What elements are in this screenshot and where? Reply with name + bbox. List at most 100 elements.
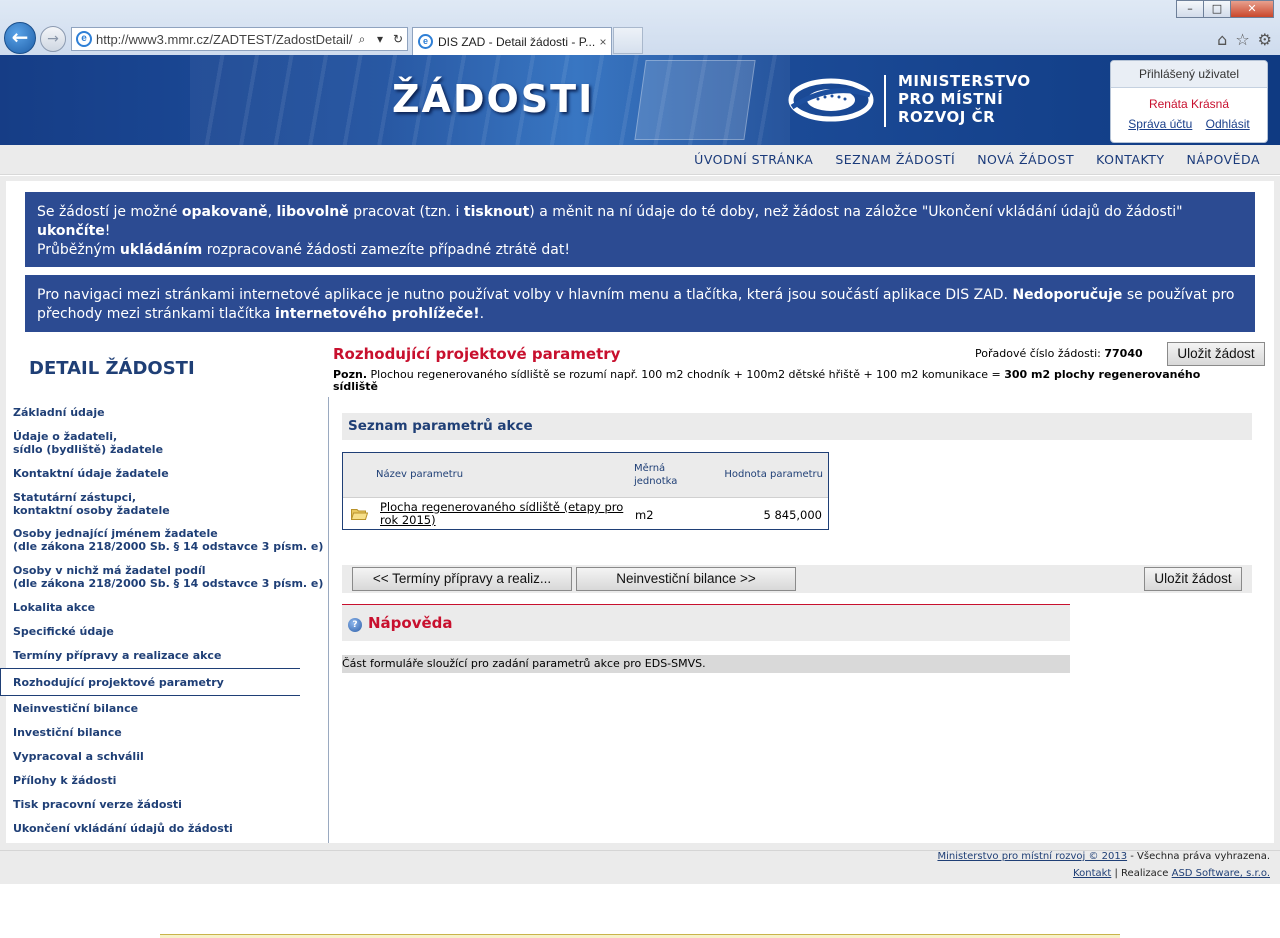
sidebar-item-label: Lokalita akce [13, 601, 96, 614]
top-menu: ÚVODNÍ STRÁNKA SEZNAM ŽÁDOSTÍ NOVÁ ŽÁDOS… [0, 145, 1280, 175]
search-icon[interactable]: ⌕ [353, 32, 371, 47]
sidebar-item-investment[interactable]: Investiční bilance [13, 726, 122, 739]
column-header-value[interactable]: Hodnota parametru [724, 469, 823, 480]
address-bar[interactable]: e http://www3.mmr.cz/ZADTEST/ZadostDetai… [71, 27, 408, 51]
sidebar-item-label: Ukončení vkládání údajů do žádosti [13, 822, 233, 835]
footer-copyright: Ministerstvo pro místní rozvoj © 2013 - … [937, 851, 1270, 862]
sidebar-item-location[interactable]: Lokalita akce [13, 601, 95, 614]
ministry-line: ROZVOJ ČR [898, 108, 996, 126]
close-window-icon[interactable]: ✕ [1230, 0, 1274, 18]
sidebar-item-label: Termíny přípravy a realizace akce [13, 649, 222, 662]
sidebar-item-schedule[interactable]: Termíny přípravy a realizace akce [13, 649, 221, 662]
back-arrow-icon[interactable]: ← [4, 22, 36, 54]
sidebar-item-label: Kontaktní údaje žadatele [13, 467, 169, 480]
tab-close-icon[interactable]: × [595, 35, 611, 49]
notice-saving: Se žádostí je možné opakovaně, libovolně… [25, 192, 1255, 267]
table-row[interactable]: Plocha regenerovaného sídliště (etapy pr… [343, 499, 828, 530]
menu-contacts[interactable]: KONTAKTY [1096, 152, 1164, 167]
column-header-name[interactable]: Název parametru [376, 469, 463, 480]
sidebar-item-print[interactable]: Tisk pracovní verze žádosti [13, 798, 182, 811]
next-page-button[interactable]: Neinvestiční bilance >> [576, 567, 796, 591]
user-box-header: Přihlášený uživatel [1111, 61, 1267, 88]
notice-navigation: Pro navigaci mezi stránkami internetové … [25, 275, 1255, 332]
open-folder-icon[interactable] [351, 508, 368, 520]
footer: Ministerstvo pro místní rozvoj © 2013 - … [0, 850, 1280, 884]
minimize-icon[interactable]: – [1176, 0, 1204, 18]
parameter-name-text: rok 2015) [380, 513, 436, 527]
user-name: Renáta Krásná [1148, 97, 1230, 111]
column-header-unit[interactable]: Měrná jednotka [634, 462, 677, 488]
user-links: Správa účtu Odhlásit [1111, 117, 1267, 131]
sidebar-title: DETAIL ŽÁDOSTI [29, 358, 195, 379]
sidebar-item-contact-data[interactable]: Kontaktní údaje žadatele [13, 467, 169, 480]
menu-new-request[interactable]: NOVÁ ŽÁDOST [977, 152, 1074, 167]
section-header: Seznam parametrů akce [342, 413, 1252, 440]
table-header: Název parametru Měrná jednotka Hodnota pa… [343, 453, 828, 498]
note-text: Plochou regenerovaného sídliště se rozum… [367, 368, 1005, 381]
sidebar-item-label: sídlo (bydliště) žadatele [13, 443, 164, 456]
parameter-value: 5 845,000 [763, 508, 822, 522]
ministry-line: MINISTERSTVO [898, 72, 1031, 90]
sidebar-item-label: Rozhodující projektové parametry [13, 676, 224, 689]
notice-text: pracovat (tzn. i [348, 204, 464, 220]
refresh-icon[interactable]: ↻ [389, 32, 407, 46]
footer-text: - Všechna práva vyhrazena. [1127, 851, 1270, 862]
save-button-bottom[interactable]: Uložit žádost [1144, 567, 1242, 591]
ministry-name: MINISTERSTVO PRO MÍSTNÍ ROZVOJ ČR [898, 72, 1031, 126]
sidebar-item-label: Tisk pracovní verze žádosti [13, 798, 182, 811]
notice-emphasis: internetového prohlížeče! [274, 306, 480, 322]
realization-link[interactable]: ASD Software, s.r.o. [1172, 868, 1270, 879]
new-tab-button[interactable] [613, 27, 643, 54]
ministry-line: PRO MÍSTNÍ [898, 90, 1004, 108]
gear-icon[interactable]: ⚙ [1258, 30, 1272, 49]
tab-title: DIS ZAD - Detail žádosti - P... [438, 34, 595, 49]
browser-tools: ⌂ ☆ ⚙ [1217, 30, 1272, 49]
notice-emphasis: ukládáním [119, 242, 203, 258]
sidebar-item-label: Investiční bilance [13, 726, 122, 739]
notice-emphasis: libovolně [276, 204, 349, 220]
sidebar-item-label: Údaje o žadateli, [13, 430, 118, 443]
sidebar-item-applicant[interactable]: Údaje o žadateli, sídlo (bydliště) žadate… [13, 430, 163, 456]
menu-help[interactable]: NÁPOVĚDA [1187, 152, 1260, 167]
menu-home[interactable]: ÚVODNÍ STRÁNKA [694, 152, 813, 167]
sidebar-item-acting-persons[interactable]: Osoby jednající jménem žadatele (dle záko… [13, 527, 323, 553]
sidebar-item-project-parameters[interactable]: Rozhodující projektové parametry [0, 668, 300, 696]
sidebar-item-share-persons[interactable]: Osoby v nichž má žadatel podíl (dle zákon… [13, 564, 323, 590]
sidebar-item-label: Základní údaje [13, 406, 105, 419]
account-settings-link[interactable]: Správa účtu [1128, 117, 1192, 131]
sidebar-item-attachments[interactable]: Přílohy k žádosti [13, 774, 116, 787]
home-icon[interactable]: ⌂ [1217, 30, 1227, 49]
previous-page-button[interactable]: << Termíny přípravy a realiz... [352, 567, 572, 591]
menu-request-list[interactable]: SEZNAM ŽÁDOSTÍ [835, 152, 955, 167]
notice-text: rozpracované žádosti zamezíte případné z… [202, 242, 570, 258]
copyright-link[interactable]: Ministerstvo pro místní rozvoj © 2013 [937, 851, 1127, 862]
help-text: Část formuláře sloužící pro zadání param… [342, 655, 1070, 673]
logged-user-box: Přihlášený uživatel Renáta Krásná Správa… [1110, 60, 1268, 143]
parameter-name-link[interactable]: Plocha regenerovaného sídliště (etapy pr… [380, 501, 630, 527]
header-banner: ŽÁDOSTI MINISTERSTVO PRO MÍSTNÍ ROZVOJ Č… [0, 55, 1280, 145]
dropdown-icon[interactable]: ▾ [371, 32, 389, 46]
maximize-icon[interactable]: □ [1203, 0, 1231, 18]
sidebar-item-noninvestment[interactable]: Neinvestiční bilance [13, 702, 138, 715]
notice-text: Se žádostí je možné [37, 204, 182, 220]
sidebar-item-statutory[interactable]: Statutární zástupci, kontaktní osoby žada… [13, 491, 170, 517]
logo-separator [884, 75, 886, 127]
browser-tab[interactable]: e DIS ZAD - Detail žádosti - P... × [412, 27, 612, 55]
sidebar-item-basic-data[interactable]: Základní údaje [13, 406, 105, 419]
forward-arrow-icon[interactable]: → [40, 26, 66, 52]
address-url[interactable]: http://www3.mmr.cz/ZADTEST/ZadostDetail/… [96, 32, 353, 47]
order-number-value: 77040 [1104, 347, 1143, 360]
sidebar-item-finish[interactable]: Ukončení vkládání údajů do žádosti [13, 822, 233, 835]
contact-link[interactable]: Kontakt [1073, 868, 1111, 879]
sidebar-item-specific[interactable]: Specifické údaje [13, 625, 114, 638]
note: Pozn. Plochou regenerovaného sídliště se… [333, 369, 1233, 393]
notice-emphasis: Nedoporučuje [1012, 287, 1123, 303]
sidebar-item-label: Osoby jednající jménem žadatele [13, 527, 218, 540]
logout-link[interactable]: Odhlásit [1206, 117, 1250, 131]
save-button[interactable]: Uložit žádost [1167, 342, 1265, 366]
app-title: ŽÁDOSTI [392, 77, 595, 121]
window-controls: – □ ✕ [1176, 0, 1274, 18]
favorites-star-icon[interactable]: ☆ [1235, 30, 1249, 49]
parameter-unit: m2 [635, 508, 654, 522]
sidebar-item-approval[interactable]: Vypracoval a schválil [13, 750, 144, 763]
